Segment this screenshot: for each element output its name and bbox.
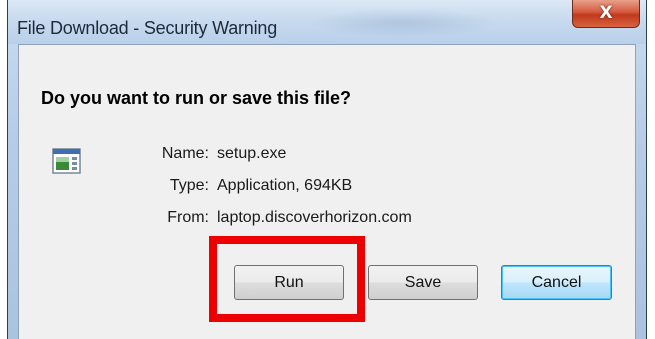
window-title: File Download - Security Warning [17,18,278,38]
file-type-row: Type: Application, 694KB [19,177,619,199]
file-name-value: setup.exe [217,145,287,162]
close-icon: X [599,3,613,23]
close-button[interactable]: X [572,0,640,28]
save-button[interactable]: Save [368,265,478,300]
title-bar[interactable]: File Download - Security Warning X [8,0,646,44]
dialog-question: Do you want to run or save this file? [41,88,352,108]
screenshot: File Download - Security Warning X Do yo… [0,0,655,339]
file-type-label: Type: [169,177,209,194]
file-source-label: From: [167,209,209,226]
file-source-row: From: laptop.discoverhorizon.com [19,209,619,231]
file-name-row: Name: setup.exe [19,145,619,167]
file-type-value: Application, 694KB [217,177,353,194]
file-name-label: Name: [161,145,209,162]
run-button-highlight [209,236,365,322]
cancel-button[interactable]: Cancel [501,265,612,300]
file-source-value: laptop.discoverhorizon.com [217,209,412,226]
